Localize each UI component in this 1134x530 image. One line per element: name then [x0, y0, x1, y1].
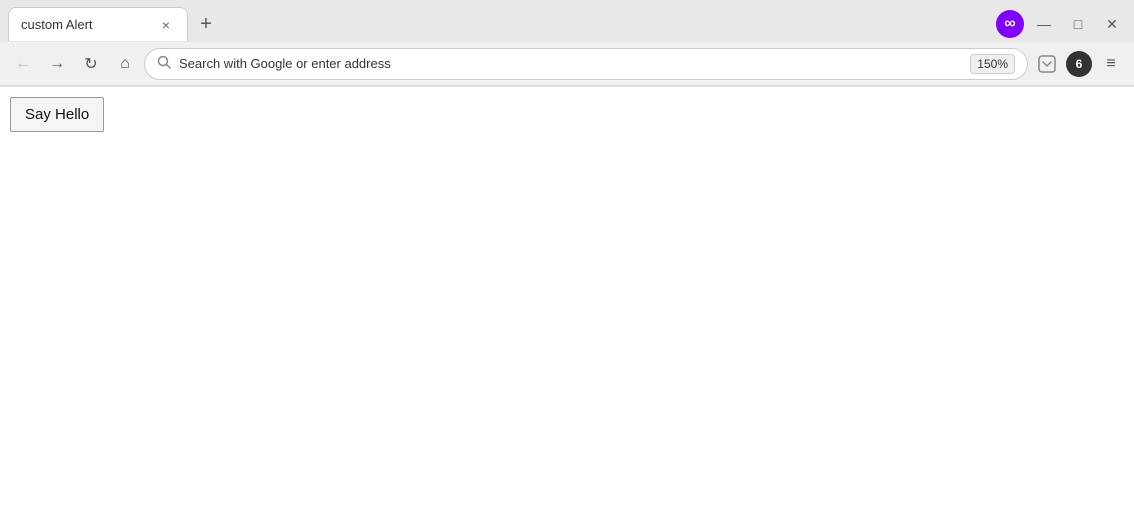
- minimize-button[interactable]: —: [1030, 10, 1058, 38]
- notification-badge[interactable]: 6: [1066, 51, 1092, 77]
- tab-close-button[interactable]: ×: [157, 16, 175, 34]
- browser-tab[interactable]: custom Alert ×: [8, 7, 188, 41]
- zoom-level[interactable]: 150%: [970, 54, 1015, 74]
- pocket-button[interactable]: [1032, 49, 1062, 79]
- close-window-button[interactable]: ✕: [1098, 10, 1126, 38]
- address-text: Search with Google or enter address: [179, 56, 962, 71]
- browser-controls-right: ∞ — □ ✕: [996, 10, 1126, 38]
- browser-logo: ∞: [996, 10, 1024, 38]
- say-hello-button[interactable]: Say Hello: [10, 97, 104, 132]
- tab-title: custom Alert: [21, 17, 149, 32]
- forward-button[interactable]: →: [42, 49, 72, 79]
- search-icon: [157, 55, 171, 72]
- tab-bar: custom Alert × + ∞ — □ ✕: [0, 0, 1134, 42]
- browser-logo-symbol: ∞: [1004, 15, 1015, 33]
- home-button[interactable]: ⌂: [110, 49, 140, 79]
- toolbar: ← → ↻ ⌂ Search with Google or enter addr…: [0, 42, 1134, 86]
- address-bar[interactable]: Search with Google or enter address 150%: [144, 48, 1028, 80]
- reload-button[interactable]: ↻: [76, 49, 106, 79]
- browser-chrome: custom Alert × + ∞ — □ ✕ ← → ↻ ⌂ Se: [0, 0, 1134, 87]
- maximize-button[interactable]: □: [1064, 10, 1092, 38]
- back-button[interactable]: ←: [8, 49, 38, 79]
- page-content: Say Hello: [0, 87, 1134, 530]
- notification-count: 6: [1076, 57, 1083, 71]
- menu-button[interactable]: ≡: [1096, 49, 1126, 79]
- new-tab-button[interactable]: +: [192, 10, 220, 38]
- pocket-icon: [1037, 54, 1057, 74]
